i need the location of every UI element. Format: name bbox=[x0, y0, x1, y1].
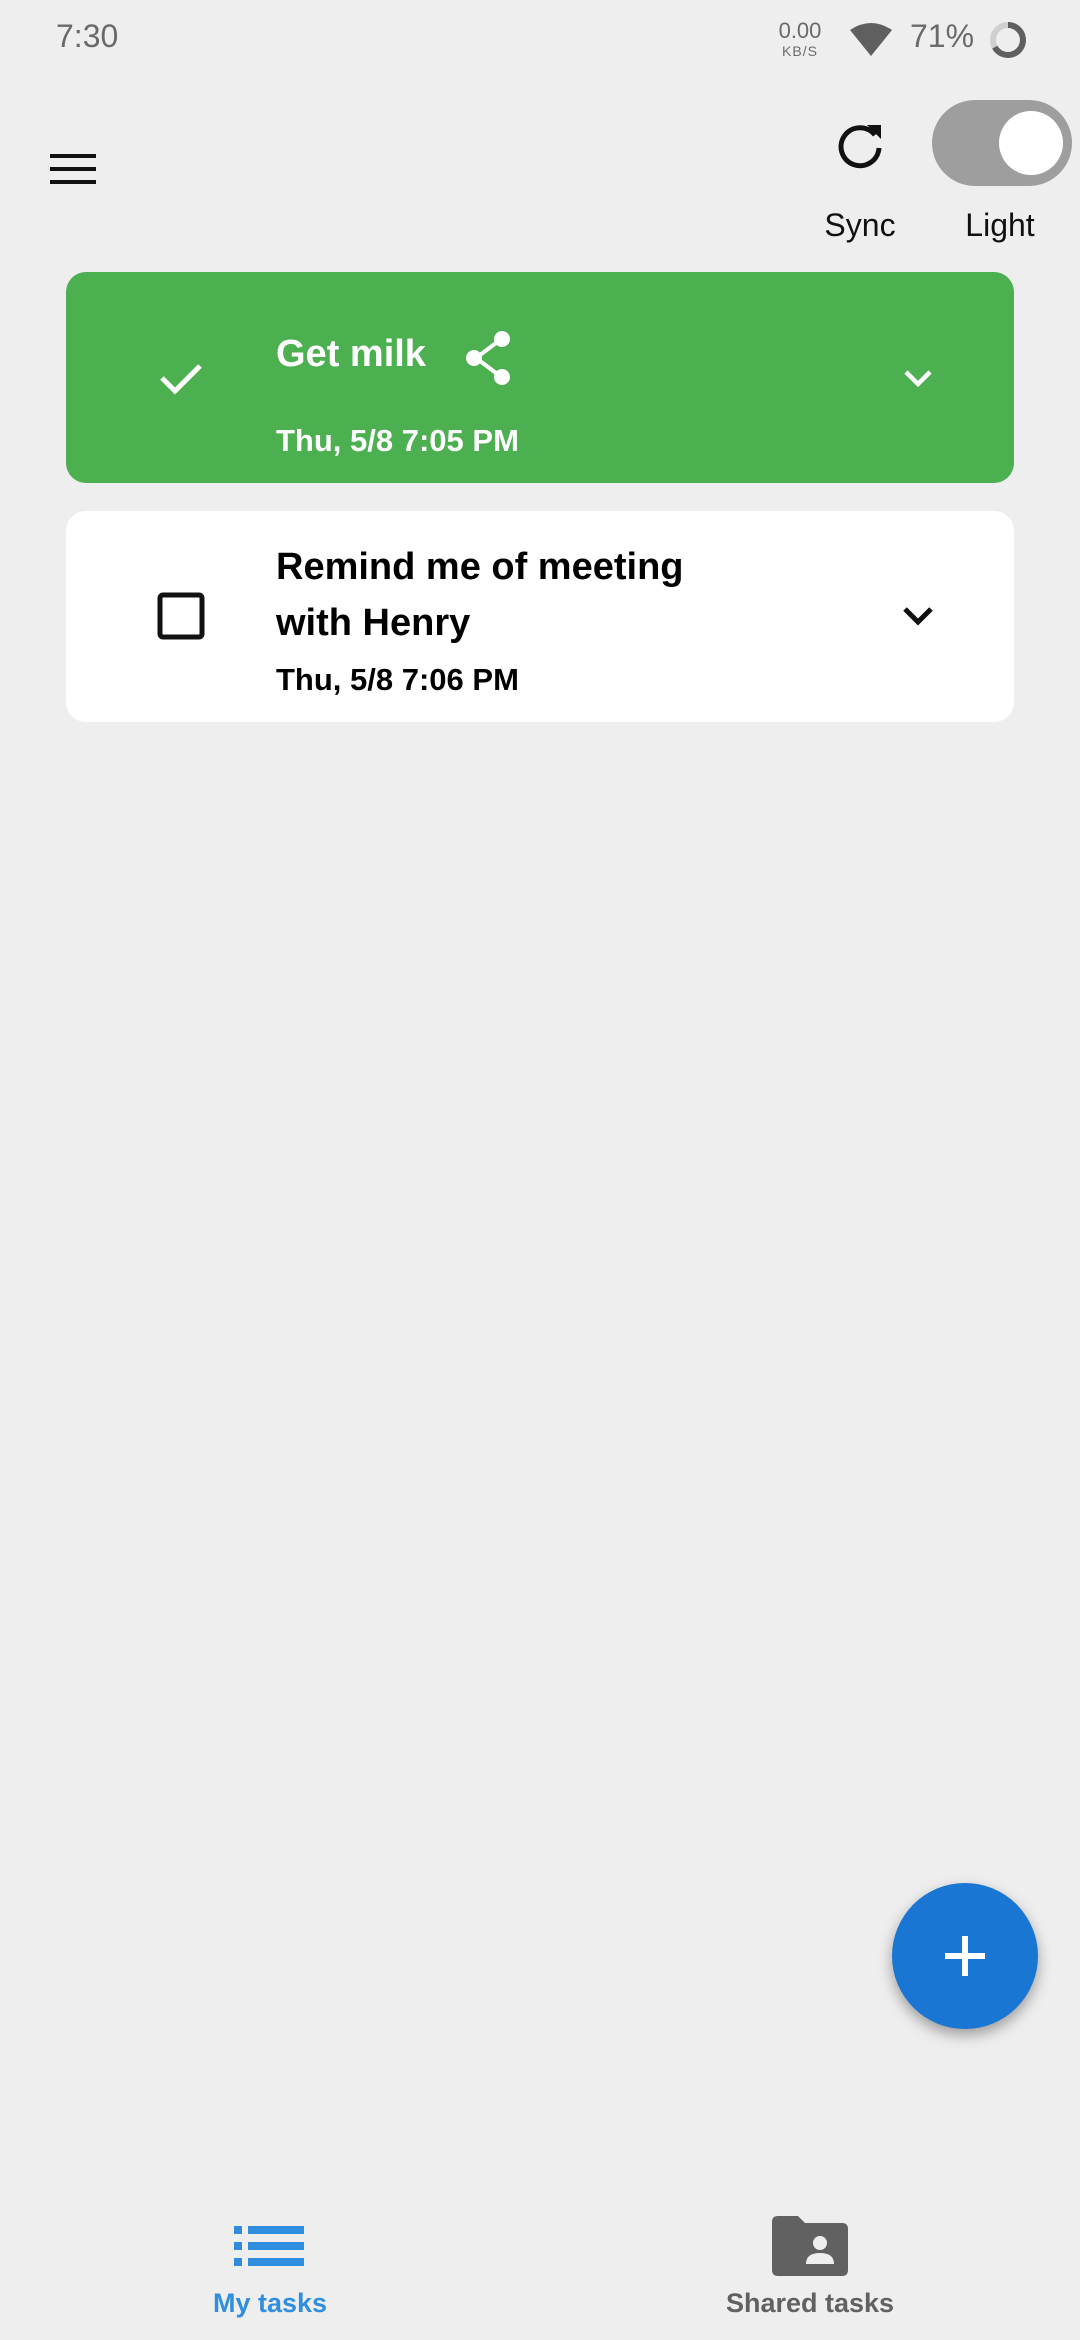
bottom-navigation: My tasks Shared tasks bbox=[0, 2176, 1080, 2340]
nav-shared-tasks[interactable]: Shared tasks bbox=[540, 2176, 1080, 2340]
nav-label: Shared tasks bbox=[725, 2288, 895, 2318]
status-indicators: 0.00 KB/S 71% bbox=[760, 0, 1080, 80]
sync-label: Sync bbox=[824, 207, 896, 243]
theme-label: Light bbox=[965, 207, 1035, 243]
list-icon bbox=[234, 2226, 304, 2266]
task-card[interactable]: Remind me of meeting with Henry Thu, 5/8… bbox=[66, 511, 1014, 722]
sync-button[interactable] bbox=[820, 108, 900, 188]
task-date: Thu, 5/8 7:05 PM bbox=[276, 423, 519, 458]
battery-percent: 71% bbox=[910, 18, 975, 54]
task-title: Remind me of meeting with Henry bbox=[276, 546, 684, 644]
task-title: Get milk bbox=[276, 333, 426, 375]
shared-folder-icon bbox=[772, 2216, 848, 2276]
add-task-button[interactable] bbox=[892, 1883, 1038, 2029]
network-speed-value: 0.00 bbox=[778, 18, 822, 43]
wifi-icon bbox=[850, 23, 892, 56]
plus-icon bbox=[945, 1936, 985, 1976]
chevron-down-icon[interactable] bbox=[894, 592, 942, 640]
checkbox-icon[interactable] bbox=[146, 581, 216, 651]
status-time: 7:30 bbox=[56, 18, 119, 54]
menu-button[interactable] bbox=[38, 140, 108, 200]
share-icon[interactable] bbox=[460, 328, 520, 388]
theme-toggle[interactable] bbox=[932, 100, 1072, 186]
toggle-knob bbox=[999, 111, 1063, 175]
task-date: Thu, 5/8 7:06 PM bbox=[276, 662, 519, 697]
chevron-down-icon[interactable] bbox=[894, 354, 942, 402]
refresh-icon bbox=[838, 125, 882, 169]
hamburger-menu-icon bbox=[50, 154, 96, 184]
nav-my-tasks[interactable]: My tasks bbox=[0, 2176, 540, 2340]
battery-ring-icon bbox=[990, 22, 1026, 58]
nav-label: My tasks bbox=[212, 2288, 328, 2318]
network-speed-unit: KB/S bbox=[782, 43, 818, 59]
check-icon[interactable] bbox=[146, 342, 216, 412]
network-speed: 0.00 KB/S bbox=[760, 18, 840, 59]
task-card[interactable]: Get milk Thu, 5/8 7:05 PM bbox=[66, 272, 1014, 483]
